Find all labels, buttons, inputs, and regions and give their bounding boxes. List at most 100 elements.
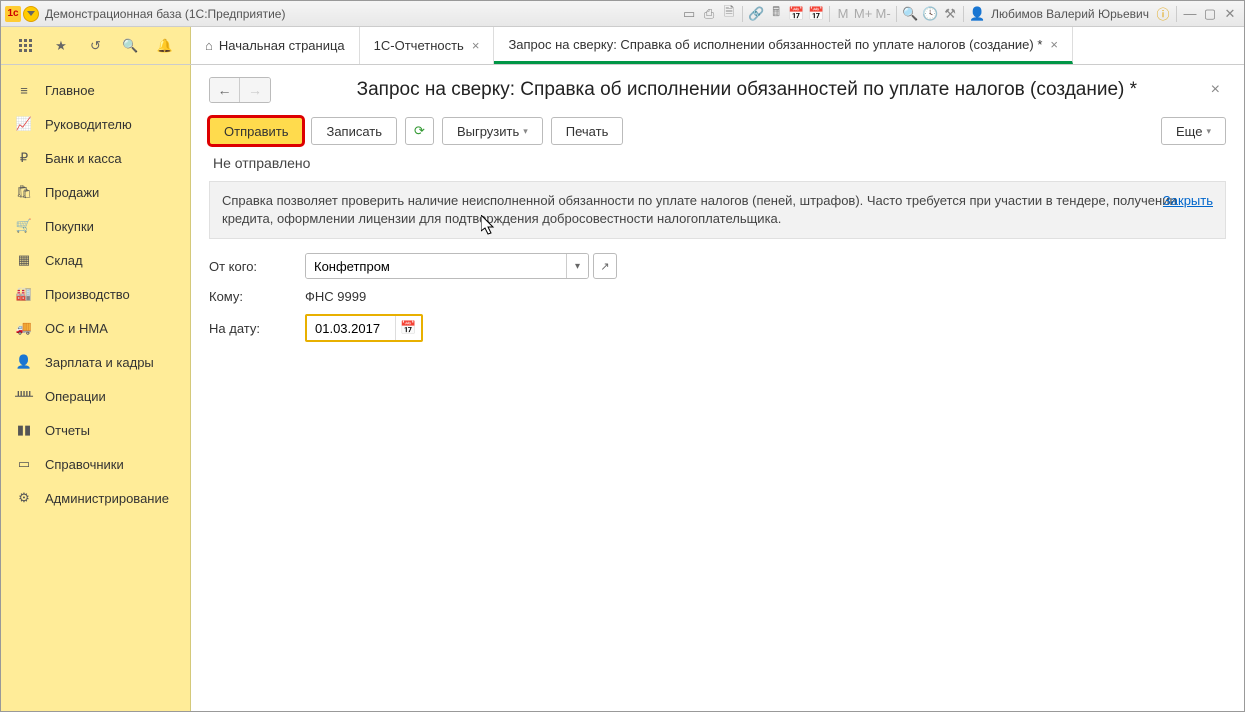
history-icon[interactable]: ↺ (85, 36, 105, 56)
sidebar-item-label: Руководителю (45, 117, 132, 132)
calendar-icon[interactable]: 📅 (786, 5, 806, 23)
tab-reporting[interactable]: 1С-Отчетность × (360, 27, 495, 64)
export-button[interactable]: Выгрузить▾ (442, 117, 543, 145)
bell-icon[interactable]: 🔔 (155, 36, 175, 56)
chevron-down-icon: ▾ (1206, 126, 1211, 137)
chevron-down-icon[interactable]: ▾ (566, 254, 588, 278)
sidebar-item-label: Справочники (45, 457, 124, 472)
sidebar-item-operations[interactable]: ᚊ Операции (1, 379, 190, 413)
sidebar-item-label: Операции (45, 389, 106, 404)
sidebar-item-reports[interactable]: ▮▮ Отчеты (1, 413, 190, 447)
boxes-icon: ▦ (15, 251, 33, 269)
sidebar-item-manager[interactable]: 📈Руководителю (1, 107, 190, 141)
sidebar-item-admin[interactable]: ⚙Администрирование (1, 481, 190, 515)
sidebar-item-label: Производство (45, 287, 130, 302)
app-menu-dropdown[interactable] (23, 6, 39, 22)
from-combo[interactable]: ▾ (305, 253, 589, 279)
m-plus-icon[interactable]: M+ (853, 5, 873, 23)
sidebar-item-assets[interactable]: 🚚ОС и НМА (1, 311, 190, 345)
search-icon[interactable]: 🔍 (120, 36, 140, 56)
chevron-down-icon: ▾ (523, 126, 528, 137)
minimize-icon[interactable]: — (1180, 5, 1200, 23)
tab-request[interactable]: Запрос на сверку: Справка об исполнении … (494, 27, 1073, 64)
print-icon[interactable]: ⎙ (699, 5, 719, 23)
tab-home[interactable]: ⌂ Начальная страница (191, 27, 360, 64)
save-button[interactable]: Записать (311, 117, 397, 145)
calendar-picker-icon[interactable]: 📅 (395, 316, 421, 340)
back-button[interactable]: ← (210, 78, 240, 102)
info-icon[interactable]: ⓘ (1153, 5, 1173, 23)
bag-icon: 🛍 (15, 183, 33, 201)
refresh-icon: ⟳ (414, 123, 425, 139)
forward-button[interactable]: → (240, 78, 270, 102)
m-minus-icon[interactable]: M- (873, 5, 893, 23)
date-field[interactable]: 📅 (305, 314, 423, 342)
tab-bar: ⌂ Начальная страница 1С-Отчетность × Зап… (191, 27, 1244, 64)
top-nav: ★ ↺ 🔍 🔔 ⌂ Начальная страница 1С-Отчетнос… (1, 27, 1244, 65)
clock-icon[interactable]: 🕓 (920, 5, 940, 23)
user-name[interactable]: Любимов Валерий Юрьевич (991, 7, 1149, 21)
row-date: На дату: 📅 (209, 314, 1226, 342)
status-text: Не отправлено (209, 155, 1226, 171)
content: ← → Запрос на сверку: Справка об исполне… (191, 65, 1244, 711)
document-icon[interactable]: 🗎 (719, 5, 739, 23)
sidebar-item-label: Покупки (45, 219, 94, 234)
sidebar-item-sales[interactable]: 🛍 Продажи (1, 175, 190, 209)
from-label: От кого: (209, 259, 305, 274)
open-external-button[interactable]: ↗ (593, 253, 617, 279)
toolbar: Отправить Записать ⟳ Выгрузить▾ Печать Е… (209, 117, 1226, 145)
maximize-icon[interactable]: ▢ (1200, 5, 1220, 23)
close-window-icon[interactable]: ✕ (1220, 5, 1240, 23)
user-icon: 👤 (967, 5, 987, 23)
sidebar-item-production[interactable]: 🏭Производство (1, 277, 190, 311)
date-input[interactable] (307, 316, 395, 340)
link-icon[interactable]: 🔗 (746, 5, 766, 23)
more-button[interactable]: Еще ▾ (1161, 117, 1226, 145)
sidebar-item-label: Банк и касса (45, 151, 122, 166)
close-icon[interactable]: × (1050, 37, 1058, 52)
m-icon[interactable]: M (833, 5, 853, 23)
sidebar: ≡Главное 📈Руководителю ₽ Банк и касса 🛍 Пр… (1, 65, 191, 711)
sidebar-item-label: Зарплата и кадры (45, 355, 154, 370)
row-from: От кого: ▾ ↗ (209, 253, 1226, 279)
person-icon: 👤 (15, 353, 33, 371)
close-page-button[interactable]: × (1205, 79, 1226, 101)
print-label: Печать (566, 124, 609, 139)
more-label: Еще (1176, 124, 1202, 139)
sidebar-item-main[interactable]: ≡Главное (1, 73, 190, 107)
send-button[interactable]: Отправить (209, 117, 303, 145)
tab-home-label: Начальная страница (219, 38, 345, 53)
sidebar-item-catalogs[interactable]: ▭Справочники (1, 447, 190, 481)
sidebar-item-hr[interactable]: 👤 Зарплата и кадры (1, 345, 190, 379)
sidebar-item-bank[interactable]: ₽ Банк и касса (1, 141, 190, 175)
tab-reporting-label: 1С-Отчетность (374, 38, 464, 53)
calc-icon[interactable]: 🖩 (766, 5, 786, 23)
ops-icon: ᚊ (15, 387, 33, 405)
save-label: Записать (326, 124, 382, 139)
nav-buttons: ← → (209, 77, 271, 103)
tool-icon[interactable]: ⚒ (940, 5, 960, 23)
tb-icon-1[interactable]: ▭ (679, 5, 699, 23)
refresh-button[interactable]: ⟳ (405, 117, 434, 145)
info-close-link[interactable]: Закрыть (1163, 192, 1213, 210)
home-icon: ⌂ (205, 38, 213, 53)
star-icon[interactable]: ★ (51, 36, 71, 56)
quick-bar: ★ ↺ 🔍 🔔 (1, 27, 191, 64)
print-button[interactable]: Печать (551, 117, 624, 145)
close-icon[interactable]: × (472, 38, 480, 53)
menu-icon: ≡ (15, 81, 33, 99)
truck-icon: 🚚 (15, 319, 33, 337)
info-text: Справка позволяет проверить наличие неис… (222, 193, 1177, 226)
zoom-icon[interactable]: 🔍 (900, 5, 920, 23)
sidebar-item-warehouse[interactable]: ▦Склад (1, 243, 190, 277)
ruble-icon: ₽ (15, 149, 33, 167)
app-logo-icon: 1c (5, 6, 21, 22)
cart-icon: 🛒 (15, 217, 33, 235)
apps-icon[interactable] (16, 36, 36, 56)
sidebar-item-label: Отчеты (45, 423, 90, 438)
sidebar-item-label: Продажи (45, 185, 99, 200)
from-input[interactable] (306, 254, 566, 278)
sidebar-item-purchases[interactable]: 🛒 Покупки (1, 209, 190, 243)
calendar2-icon[interactable]: 📅 (806, 5, 826, 23)
bars-icon: ▮▮ (15, 421, 33, 439)
